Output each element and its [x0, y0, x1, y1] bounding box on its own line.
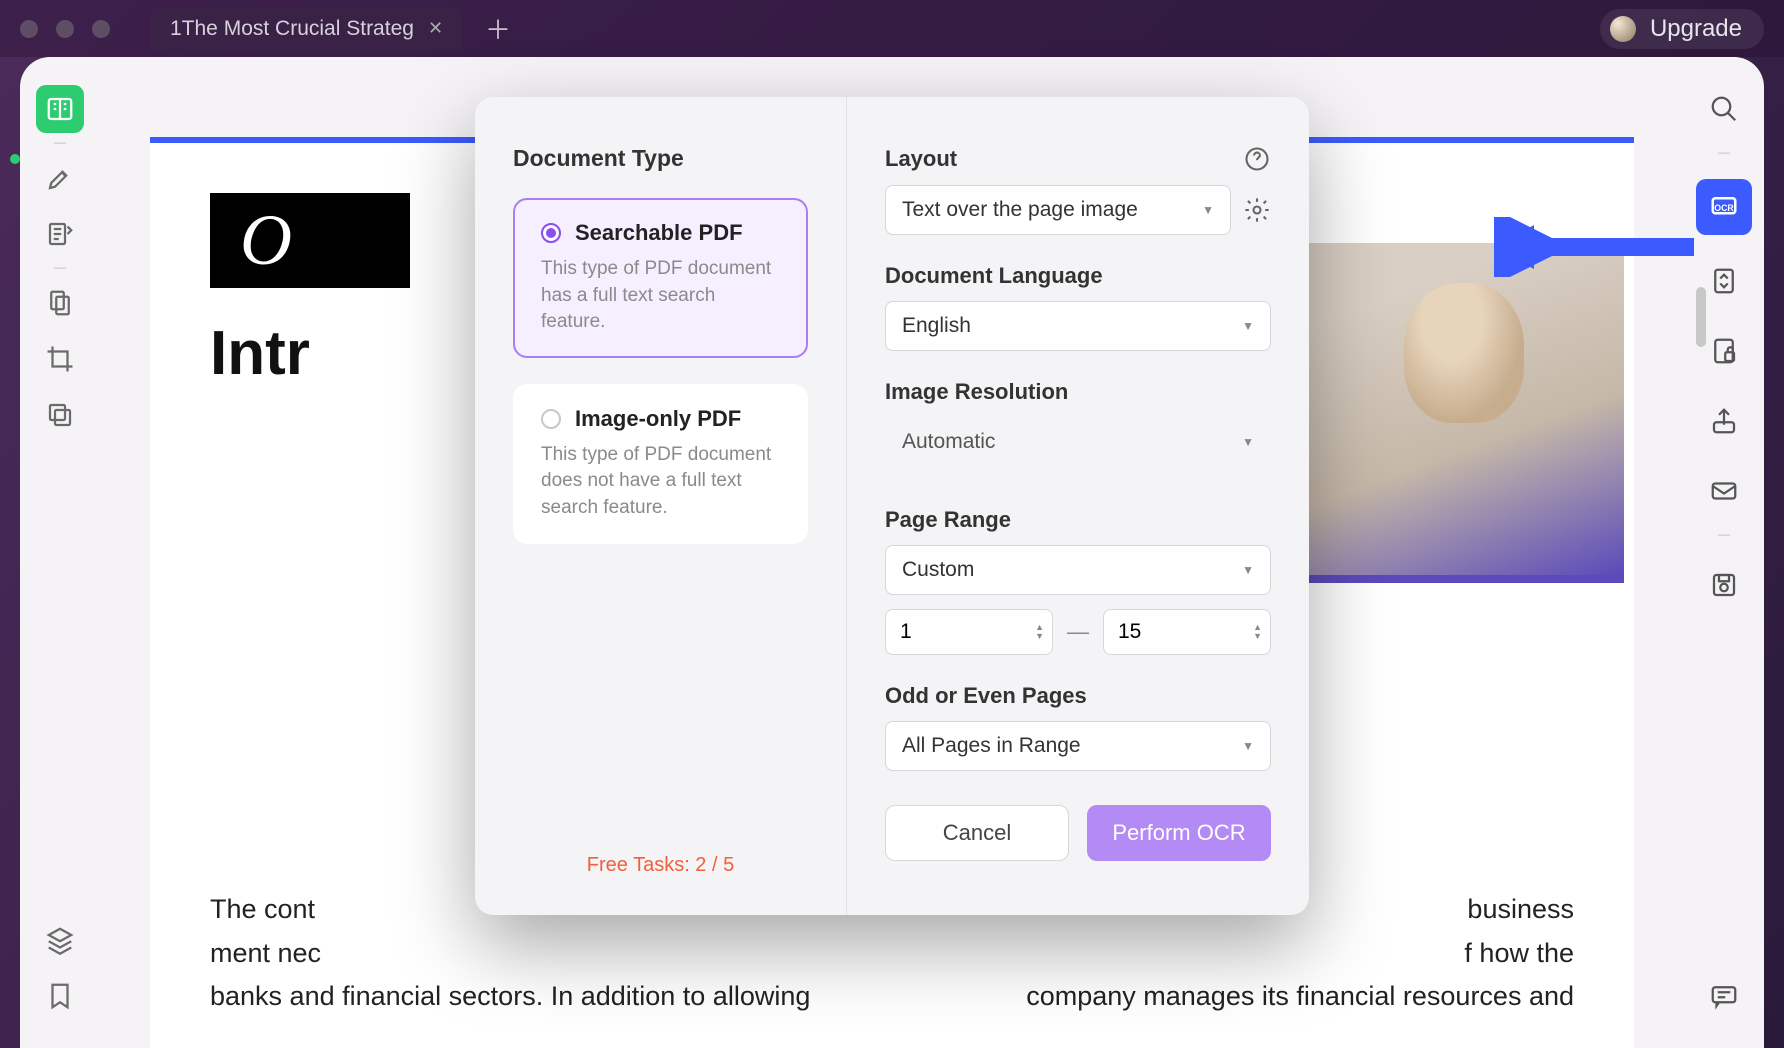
page-from-input[interactable]: 1 ▲▼ — [885, 609, 1053, 655]
document-logo: O — [210, 193, 410, 288]
left-toolbar — [20, 57, 100, 1048]
status-dot — [10, 154, 20, 164]
ocr-button[interactable]: OCR — [1696, 179, 1752, 235]
document-tab[interactable]: 1The Most Crucial Strateg ✕ — [150, 7, 463, 51]
titlebar: 1The Most Crucial Strateg ✕ ＋ Upgrade — [0, 0, 1784, 57]
toolbar-separator — [1716, 537, 1732, 539]
comments-button[interactable] — [1700, 972, 1748, 1020]
pages-panel-button[interactable] — [36, 279, 84, 327]
convert-button[interactable] — [1700, 257, 1748, 305]
app-surface: O Intr The cont ment nec banks and finan… — [20, 57, 1764, 1048]
dialog-right-pane: Layout Text over the page image ▼ — [847, 97, 1309, 915]
ocr-dialog: Document Type Searchable PDF This type o… — [475, 97, 1309, 915]
crop-tool-button[interactable] — [36, 335, 84, 383]
scrollbar-thumb[interactable] — [1696, 287, 1706, 347]
layout-select[interactable]: Text over the page image ▼ — [885, 185, 1231, 235]
reader-mode-button[interactable] — [36, 85, 84, 133]
upgrade-button[interactable]: Upgrade — [1600, 9, 1764, 49]
layers-button[interactable] — [36, 916, 84, 964]
odd-even-label: Odd or Even Pages — [885, 683, 1271, 709]
doc-language-select[interactable]: English ▼ — [885, 301, 1271, 351]
page-to-value: 15 — [1118, 620, 1141, 644]
stepper-down-icon[interactable]: ▼ — [1253, 632, 1262, 641]
chevron-down-icon: ▼ — [1242, 435, 1254, 449]
stepper-down-icon[interactable]: ▼ — [1035, 632, 1044, 641]
image-resolution-label: Image Resolution — [885, 379, 1271, 405]
option-desc: This type of PDF document does not have … — [541, 442, 780, 522]
image-resolution-select[interactable]: Automatic ▼ — [885, 417, 1271, 467]
option-name: Image-only PDF — [575, 406, 741, 432]
help-icon[interactable] — [1243, 145, 1271, 173]
svg-text:OCR: OCR — [1714, 203, 1734, 213]
chevron-down-icon: ▼ — [1202, 203, 1214, 217]
cancel-button[interactable]: Cancel — [885, 805, 1069, 861]
perform-ocr-button[interactable]: Perform OCR — [1087, 805, 1271, 861]
tab-title: 1The Most Crucial Strateg — [170, 17, 414, 41]
search-button[interactable] — [1700, 85, 1748, 133]
right-toolbar: OCR — [1684, 57, 1764, 1048]
document-type-label: Document Type — [513, 145, 808, 172]
upgrade-label: Upgrade — [1650, 15, 1742, 43]
chevron-down-icon: ▼ — [1242, 319, 1254, 333]
gear-icon[interactable] — [1243, 196, 1271, 224]
radio-icon — [541, 223, 561, 243]
option-desc: This type of PDF document has a full tex… — [541, 256, 780, 336]
page-to-input[interactable]: 15 ▲▼ — [1103, 609, 1271, 655]
bookmark-button[interactable] — [36, 972, 84, 1020]
toolbar-separator — [50, 268, 70, 269]
copy-tool-button[interactable] — [36, 391, 84, 439]
save-button[interactable] — [1700, 561, 1748, 609]
page-from-value: 1 — [900, 620, 912, 644]
page-range-label: Page Range — [885, 507, 1271, 533]
avatar — [1610, 16, 1636, 42]
zoom-window[interactable] — [92, 20, 110, 38]
radio-icon — [541, 409, 561, 429]
callout-arrow-icon — [1494, 217, 1694, 277]
page-range-select[interactable]: Custom ▼ — [885, 545, 1271, 595]
option-image-only-pdf[interactable]: Image-only PDF This type of PDF document… — [513, 384, 808, 544]
option-searchable-pdf[interactable]: Searchable PDF This type of PDF document… — [513, 198, 808, 358]
protect-button[interactable] — [1700, 327, 1748, 375]
minimize-window[interactable] — [56, 20, 74, 38]
range-dash: — — [1067, 619, 1089, 645]
odd-even-value: All Pages in Range — [902, 734, 1081, 758]
close-tab-icon[interactable]: ✕ — [428, 18, 443, 39]
odd-even-select[interactable]: All Pages in Range ▼ — [885, 721, 1271, 771]
toolbar-separator — [1716, 155, 1732, 157]
chevron-down-icon: ▼ — [1242, 739, 1254, 753]
free-tasks-label: Free Tasks: 2 / 5 — [513, 854, 808, 877]
image-resolution-value: Automatic — [902, 430, 995, 454]
highlight-tool-button[interactable] — [36, 154, 84, 202]
window-controls — [20, 20, 110, 38]
new-tab-button[interactable]: ＋ — [485, 10, 511, 47]
share-button[interactable] — [1700, 397, 1748, 445]
page-range-value: Custom — [902, 558, 974, 582]
doc-language-label: Document Language — [885, 263, 1271, 289]
toolbar-separator — [50, 143, 70, 144]
layout-label: Layout — [885, 146, 957, 172]
layout-value: Text over the page image — [902, 198, 1138, 222]
option-name: Searchable PDF — [575, 220, 743, 246]
document-photo — [1284, 243, 1624, 583]
doc-language-value: English — [902, 314, 971, 338]
close-window[interactable] — [20, 20, 38, 38]
annotate-tool-button[interactable] — [36, 210, 84, 258]
mail-button[interactable] — [1700, 467, 1748, 515]
chevron-down-icon: ▼ — [1242, 563, 1254, 577]
dialog-left-pane: Document Type Searchable PDF This type o… — [475, 97, 847, 915]
